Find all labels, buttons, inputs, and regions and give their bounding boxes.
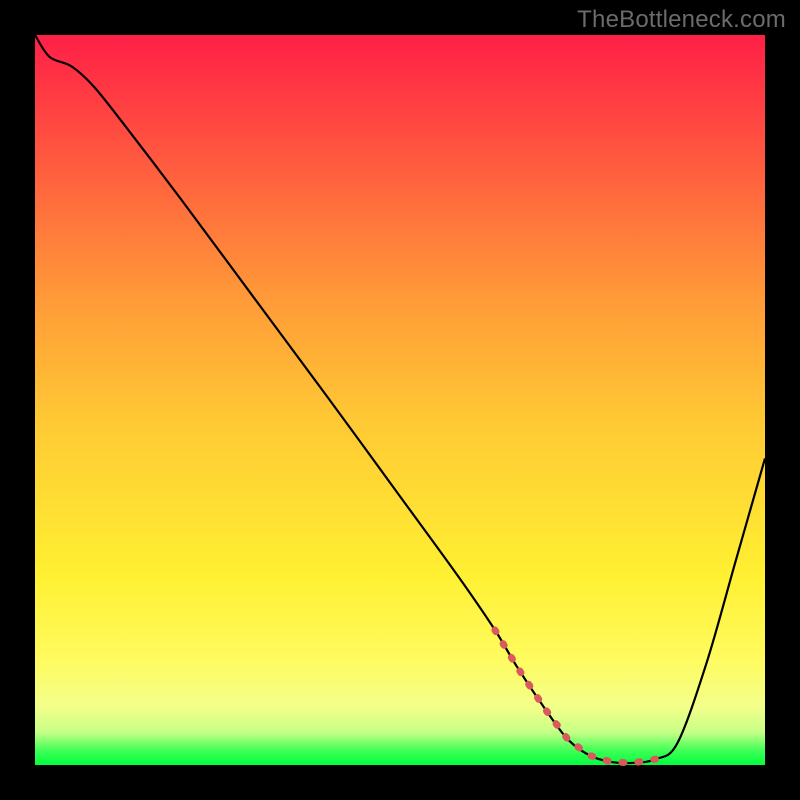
gradient-plot-area xyxy=(35,35,765,765)
watermark-text: TheBottleneck.com xyxy=(577,6,786,34)
highlight-segment-path xyxy=(495,630,656,763)
bottleneck-curve-path xyxy=(35,35,765,763)
curve-svg xyxy=(35,35,765,765)
chart-frame: TheBottleneck.com xyxy=(0,0,800,800)
